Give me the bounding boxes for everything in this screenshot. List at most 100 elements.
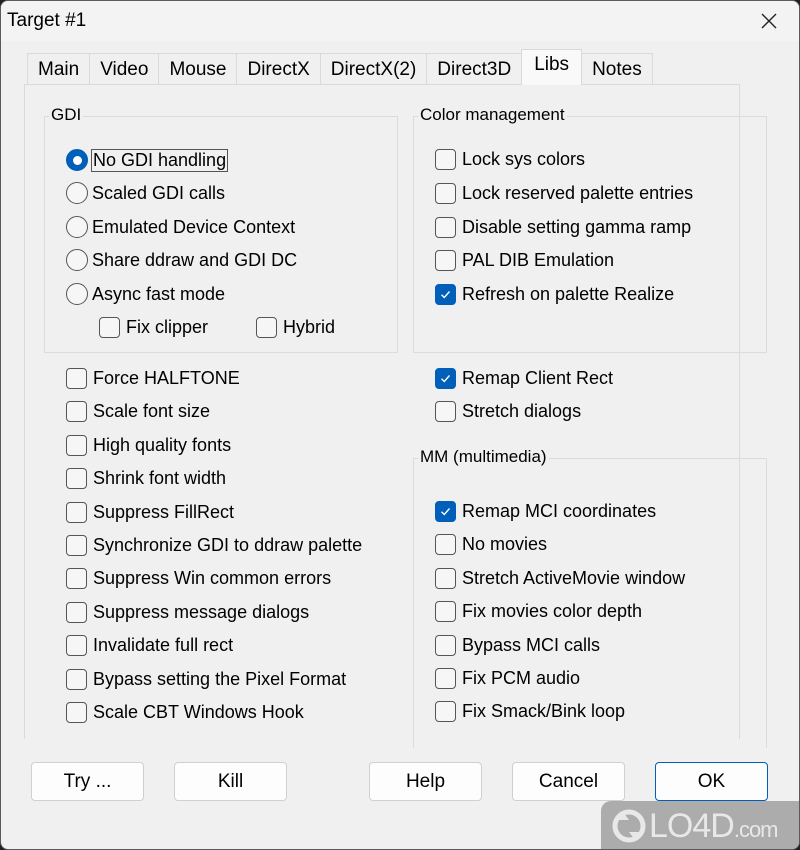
option-label: Lock reserved palette entries (462, 182, 694, 203)
cancel-button[interactable]: Cancel (512, 762, 625, 801)
checkbox-box[interactable] (435, 367, 456, 389)
checkbox-box[interactable] (435, 283, 456, 305)
option-label: Bypass MCI calls (462, 634, 601, 655)
checkbox-bypass-setting-the-pixel-format[interactable]: Bypass setting the Pixel Format (66, 667, 346, 691)
tab-libs[interactable]: Libs (521, 49, 583, 85)
option-label: Stretch ActiveMovie window (462, 567, 686, 588)
checkbox-box[interactable] (66, 400, 87, 422)
checkbox-box[interactable] (66, 434, 87, 456)
close-icon (761, 13, 777, 29)
option-label: Stretch dialogs (462, 400, 582, 421)
checkbox-invalidate-full-rect[interactable]: Invalidate full rect (66, 633, 233, 657)
checkbox-fix-clipper[interactable]: Fix clipper (99, 315, 208, 339)
checkbox-box[interactable] (435, 148, 456, 170)
checkbox-box[interactable] (66, 701, 87, 723)
checkbox-suppress-fillrect[interactable]: Suppress FillRect (66, 500, 234, 524)
checkbox-fix-smack-bink-loop[interactable]: Fix Smack/Bink loop (435, 699, 625, 723)
checkbox-box[interactable] (435, 667, 456, 689)
watermark: LO4D.com (601, 801, 799, 849)
checkbox-box[interactable] (66, 668, 87, 690)
option-label: Suppress message dialogs (93, 601, 310, 622)
checkbox-disable-setting-gamma-ramp[interactable]: Disable setting gamma ramp (435, 215, 691, 239)
checkbox-lock-sys-colors[interactable]: Lock sys colors (435, 147, 585, 171)
checkmark-icon (441, 290, 451, 299)
checkbox-high-quality-fonts[interactable]: High quality fonts (66, 433, 231, 457)
tab-mouse[interactable]: Mouse (158, 53, 238, 85)
checkbox-box[interactable] (435, 249, 456, 271)
checkbox-shrink-font-width[interactable]: Shrink font width (66, 466, 226, 490)
checkbox-box[interactable] (435, 634, 456, 656)
watermark-brand: LO4D (649, 806, 735, 845)
checkbox-box[interactable] (66, 601, 87, 623)
checkbox-scale-cbt-windows-hook[interactable]: Scale CBT Windows Hook (66, 700, 304, 724)
option-label: Force HALFTONE (93, 367, 240, 388)
kill-button[interactable]: Kill (174, 762, 287, 801)
checkbox-suppress-message-dialogs[interactable]: Suppress message dialogs (66, 600, 309, 624)
title-bar: Target #1 (1, 1, 799, 41)
tab-bar: Main Video Mouse DirectX DirectX(2) Dire… (27, 49, 653, 85)
radio-share-ddraw-and-gdi-dc[interactable]: Share ddraw and GDI DC (66, 248, 297, 272)
checkbox-box[interactable] (435, 567, 456, 589)
tab-main[interactable]: Main (27, 53, 91, 85)
checkbox-box[interactable] (256, 316, 277, 338)
tab-direct3d[interactable]: Direct3D (426, 53, 523, 85)
checkbox-stretch-dialogs[interactable]: Stretch dialogs (435, 399, 581, 423)
watermark-text: LO4D.com (649, 806, 779, 846)
lo4d-logo-icon (612, 809, 646, 843)
option-label: Hybrid (283, 316, 336, 337)
checkbox-box[interactable] (99, 316, 120, 338)
checkbox-box[interactable] (66, 467, 87, 489)
checkbox-box[interactable] (435, 400, 456, 422)
option-label: Fix Smack/Bink loop (462, 700, 626, 721)
checkbox-box[interactable] (66, 567, 87, 589)
tab-notes[interactable]: Notes (581, 53, 653, 85)
checkbox-hybrid[interactable]: Hybrid (256, 315, 335, 339)
close-button[interactable] (739, 1, 799, 41)
tab-directx[interactable]: DirectX (236, 53, 321, 85)
checkbox-stretch-activemovie-window[interactable]: Stretch ActiveMovie window (435, 566, 685, 590)
ok-button[interactable]: OK (655, 762, 768, 801)
radio-button[interactable] (66, 149, 88, 171)
checkbox-suppress-win-common-errors[interactable]: Suppress Win common errors (66, 566, 331, 590)
checkbox-box[interactable] (435, 216, 456, 238)
checkbox-box[interactable] (435, 700, 456, 722)
checkbox-box[interactable] (435, 600, 456, 622)
checkbox-box[interactable] (66, 534, 87, 556)
checkbox-refresh-on-palette-realize[interactable]: Refresh on palette Realize (435, 282, 674, 306)
checkbox-fix-movies-color-depth[interactable]: Fix movies color depth (435, 599, 642, 623)
radio-button[interactable] (66, 283, 88, 305)
option-label: Fix clipper (126, 316, 209, 337)
radio-async-fast-mode[interactable]: Async fast mode (66, 282, 225, 306)
checkbox-remap-client-rect[interactable]: Remap Client Rect (435, 366, 613, 390)
checkbox-box[interactable] (435, 500, 456, 522)
radio-scaled-gdi-calls[interactable]: Scaled GDI calls (66, 181, 225, 205)
checkmark-icon (441, 374, 451, 383)
option-label: Scaled GDI calls (92, 182, 226, 203)
checkbox-remap-mci-coordinates[interactable]: Remap MCI coordinates (435, 499, 656, 523)
checkbox-no-movies[interactable]: No movies (435, 532, 547, 556)
checkbox-box[interactable] (66, 634, 87, 656)
try-button[interactable]: Try ... (31, 762, 144, 801)
checkbox-fix-pcm-audio[interactable]: Fix PCM audio (435, 666, 580, 690)
option-label: Synchronize GDI to ddraw palette (93, 534, 363, 555)
checkbox-lock-reserved-palette-entries[interactable]: Lock reserved palette entries (435, 181, 693, 205)
checkbox-force-halftone[interactable]: Force HALFTONE (66, 366, 240, 390)
checkbox-scale-font-size[interactable]: Scale font size (66, 399, 210, 423)
checkbox-box[interactable] (66, 367, 87, 389)
checkbox-pal-dib-emulation[interactable]: PAL DIB Emulation (435, 248, 614, 272)
tab-video[interactable]: Video (89, 53, 160, 85)
checkbox-box[interactable] (435, 182, 456, 204)
radio-button[interactable] (66, 182, 88, 204)
checkbox-bypass-mci-calls[interactable]: Bypass MCI calls (435, 633, 600, 657)
checkbox-box[interactable] (435, 533, 456, 555)
radio-button[interactable] (66, 249, 88, 271)
option-label: PAL DIB Emulation (462, 249, 615, 270)
checkbox-synchronize-gdi-to-ddraw-palette[interactable]: Synchronize GDI to ddraw palette (66, 533, 362, 557)
radio-emulated-device-context[interactable]: Emulated Device Context (66, 215, 295, 239)
checkbox-box[interactable] (66, 501, 87, 523)
tab-directx2[interactable]: DirectX(2) (319, 53, 428, 85)
help-button[interactable]: Help (369, 762, 482, 801)
radio-button[interactable] (66, 216, 88, 238)
option-label: No GDI handling (90, 148, 229, 172)
radio-no-gdi-handling[interactable]: No GDI handling (66, 148, 229, 172)
